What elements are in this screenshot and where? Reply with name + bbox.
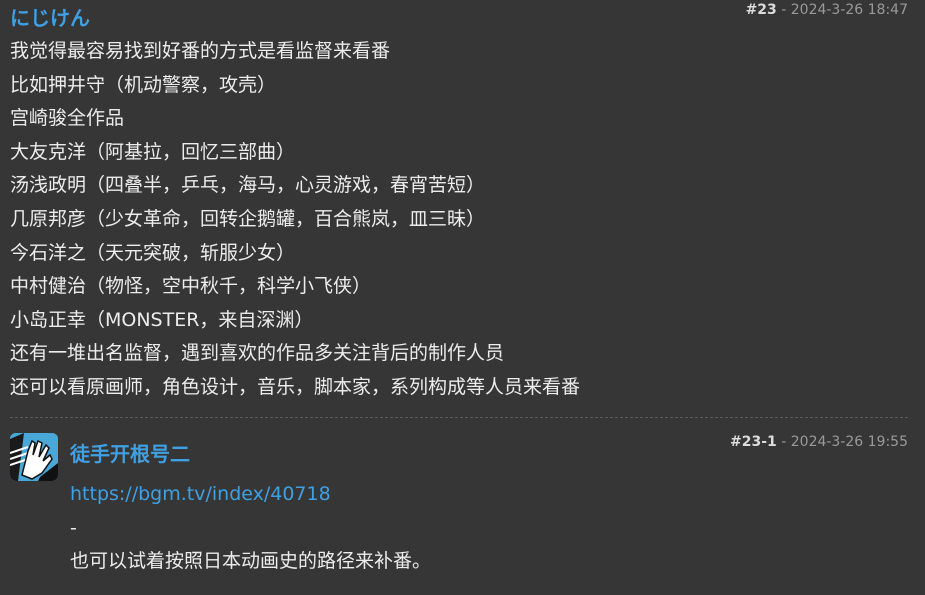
post-body: 我觉得最容易找到好番的方式是看监督来看番 比如押井守（机动警察，攻壳） 宫崎骏全… <box>10 35 580 405</box>
post-line: 几原邦彦（少女革命，回转企鹅罐，百合熊岚，皿三昧） <box>10 207 486 230</box>
post-line: 中村健治（物怪，空中秋千，科学小飞侠） <box>10 275 372 298</box>
reply-url-link[interactable]: https://bgm.tv/index/40718 <box>70 483 331 505</box>
reply-number[interactable]: #23-1 <box>730 434 777 450</box>
post-number[interactable]: #23 <box>746 2 777 18</box>
reply-divider <box>10 417 908 418</box>
post-meta-separator: - <box>776 2 791 18</box>
post-line: 小岛正幸（MONSTER，来自深渊） <box>10 308 314 331</box>
reply-date: 2024-3-26 19:55 <box>790 434 908 450</box>
post-line: 我觉得最容易找到好番的方式是看监督来看番 <box>10 40 391 62</box>
post-line: 比如押井守（机动警察，攻壳） <box>10 73 277 96</box>
reply-author-link[interactable]: 徒手开根号二 <box>70 438 190 467</box>
post-meta: #23 - 2024-3-26 18:47 <box>746 2 908 18</box>
comment-post: にじけん #23 - 2024-3-26 18:47 我觉得最容易找到好番的方式… <box>0 0 925 595</box>
post-line: 还可以看原画师，角色设计，音乐，脚本家，系列构成等人员来看番 <box>10 375 581 398</box>
reply-body: https://bgm.tv/index/40718 - 也可以试着按照日本动画… <box>70 478 431 579</box>
reply-meta: #23-1 - 2024-3-26 19:55 <box>730 434 908 450</box>
post-line: 还有一堆出名监督，遇到喜欢的作品多关注背后的制作人员 <box>10 342 505 365</box>
reply-dash: - <box>70 516 77 539</box>
reply-text: 也可以试着按照日本动画史的路径来补番。 <box>70 550 432 572</box>
post-line: 汤浅政明（四叠半，乒乓，海马，心灵游戏，春宵苦短） <box>10 174 486 197</box>
post-line: 大友克洋（阿基拉，回忆三部曲） <box>10 140 296 163</box>
post-line: 今石洋之（天元突破，斩服少女） <box>10 241 296 264</box>
post-date: 2024-3-26 18:47 <box>790 2 908 18</box>
post-author-link[interactable]: にじけん <box>10 2 90 31</box>
hand-avatar-icon[interactable] <box>10 433 58 481</box>
reply-meta-separator: - <box>776 434 791 450</box>
post-line: 宫崎骏全作品 <box>10 107 125 130</box>
